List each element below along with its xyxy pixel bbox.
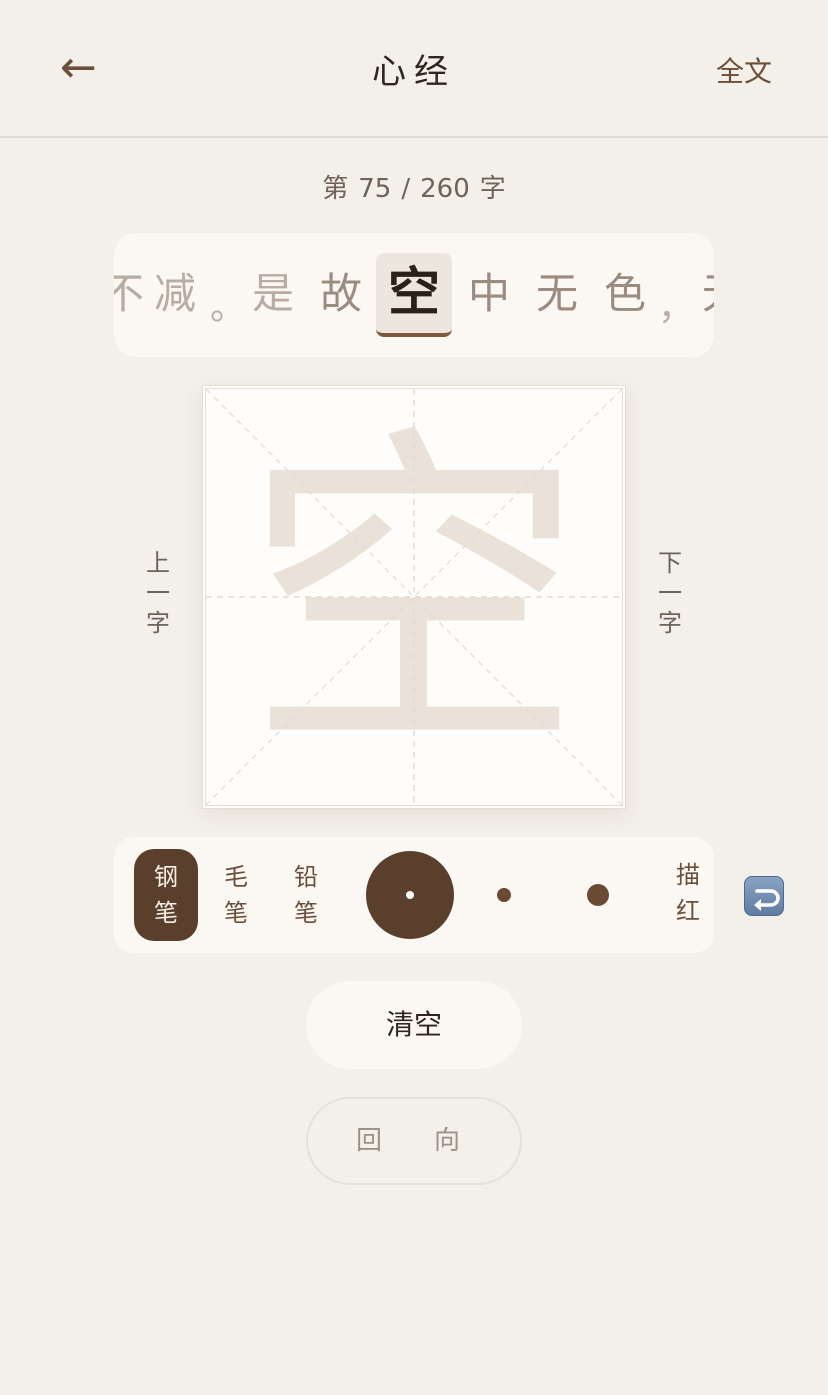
strip-char[interactable]: 无 — [536, 263, 578, 325]
strip-current-char[interactable]: 空 — [376, 253, 452, 337]
strip-punctuation: 。 — [210, 287, 247, 328]
next-char-button[interactable]: 下 一 字 — [653, 548, 687, 638]
brush-label: 笔 — [154, 899, 178, 927]
brush-pen-button[interactable]: 钢 笔 — [134, 849, 198, 941]
prev-char-label: 一 — [146, 579, 170, 607]
brush-toolbar: 钢 笔 毛 笔 铅 笔 描 红 — [114, 837, 714, 953]
writing-canvas[interactable]: 空 — [202, 385, 626, 809]
strip-char[interactable]: 无 — [702, 263, 714, 325]
progress-prefix: 第 — [322, 174, 349, 204]
size-large-button[interactable] — [587, 884, 609, 906]
strip-char[interactable]: 减 — [154, 263, 196, 325]
undo-icon[interactable] — [744, 876, 784, 916]
direction-group: 回 向 — [306, 1097, 522, 1185]
brush-label: 笔 — [294, 899, 318, 927]
strip-char[interactable]: 是 — [252, 263, 294, 325]
brush-pencil-button[interactable]: 铅 笔 — [274, 849, 338, 941]
canvas-guide-grid — [206, 389, 622, 805]
brush-writing-brush-button[interactable]: 毛 笔 — [204, 849, 268, 941]
size-small-button[interactable] — [366, 851, 454, 939]
prev-char-button[interactable]: 上 一 字 — [141, 548, 175, 638]
character-strip[interactable]: 不 减 。 是 故 空 中 无 色 ， 无 — [114, 233, 714, 357]
brush-label: 钢 — [154, 863, 178, 891]
strip-char[interactable]: 不 — [114, 263, 144, 325]
strip-char[interactable]: 故 — [320, 263, 362, 325]
progress-suffix: 字 — [479, 174, 506, 204]
progress-separator: / — [401, 174, 411, 204]
strip-punctuation: ， — [658, 287, 695, 328]
page-title: 心经 — [372, 52, 456, 92]
strip-char[interactable]: 中 — [468, 263, 510, 325]
next-char-label: 下 — [658, 549, 682, 577]
clear-button[interactable]: 清空 — [306, 981, 522, 1069]
brush-label: 笔 — [224, 899, 248, 927]
prev-char-label: 上 — [146, 549, 170, 577]
trace-label: 描 — [676, 861, 700, 889]
size-small-dot — [406, 891, 414, 899]
next-char-label: 一 — [658, 579, 682, 607]
trace-toggle-button[interactable]: 描 红 — [672, 857, 704, 929]
size-medium-button[interactable] — [497, 888, 511, 902]
brush-label: 铅 — [294, 863, 318, 891]
direction-forward-button[interactable]: 向 — [434, 1125, 460, 1157]
direction-back-button[interactable]: 回 — [356, 1125, 382, 1157]
prev-char-label: 字 — [146, 609, 170, 637]
progress-current: 75 — [358, 174, 392, 204]
fulltext-button[interactable]: 全文 — [716, 50, 772, 90]
next-char-label: 字 — [658, 609, 682, 637]
progress-indicator: 第 75 / 260 字 — [0, 168, 828, 205]
strip-char[interactable]: 色 — [604, 263, 646, 325]
brush-label: 毛 — [224, 863, 248, 891]
trace-label: 红 — [676, 897, 700, 925]
header: ← 心经 全文 — [0, 0, 828, 138]
progress-total: 260 — [420, 174, 470, 204]
